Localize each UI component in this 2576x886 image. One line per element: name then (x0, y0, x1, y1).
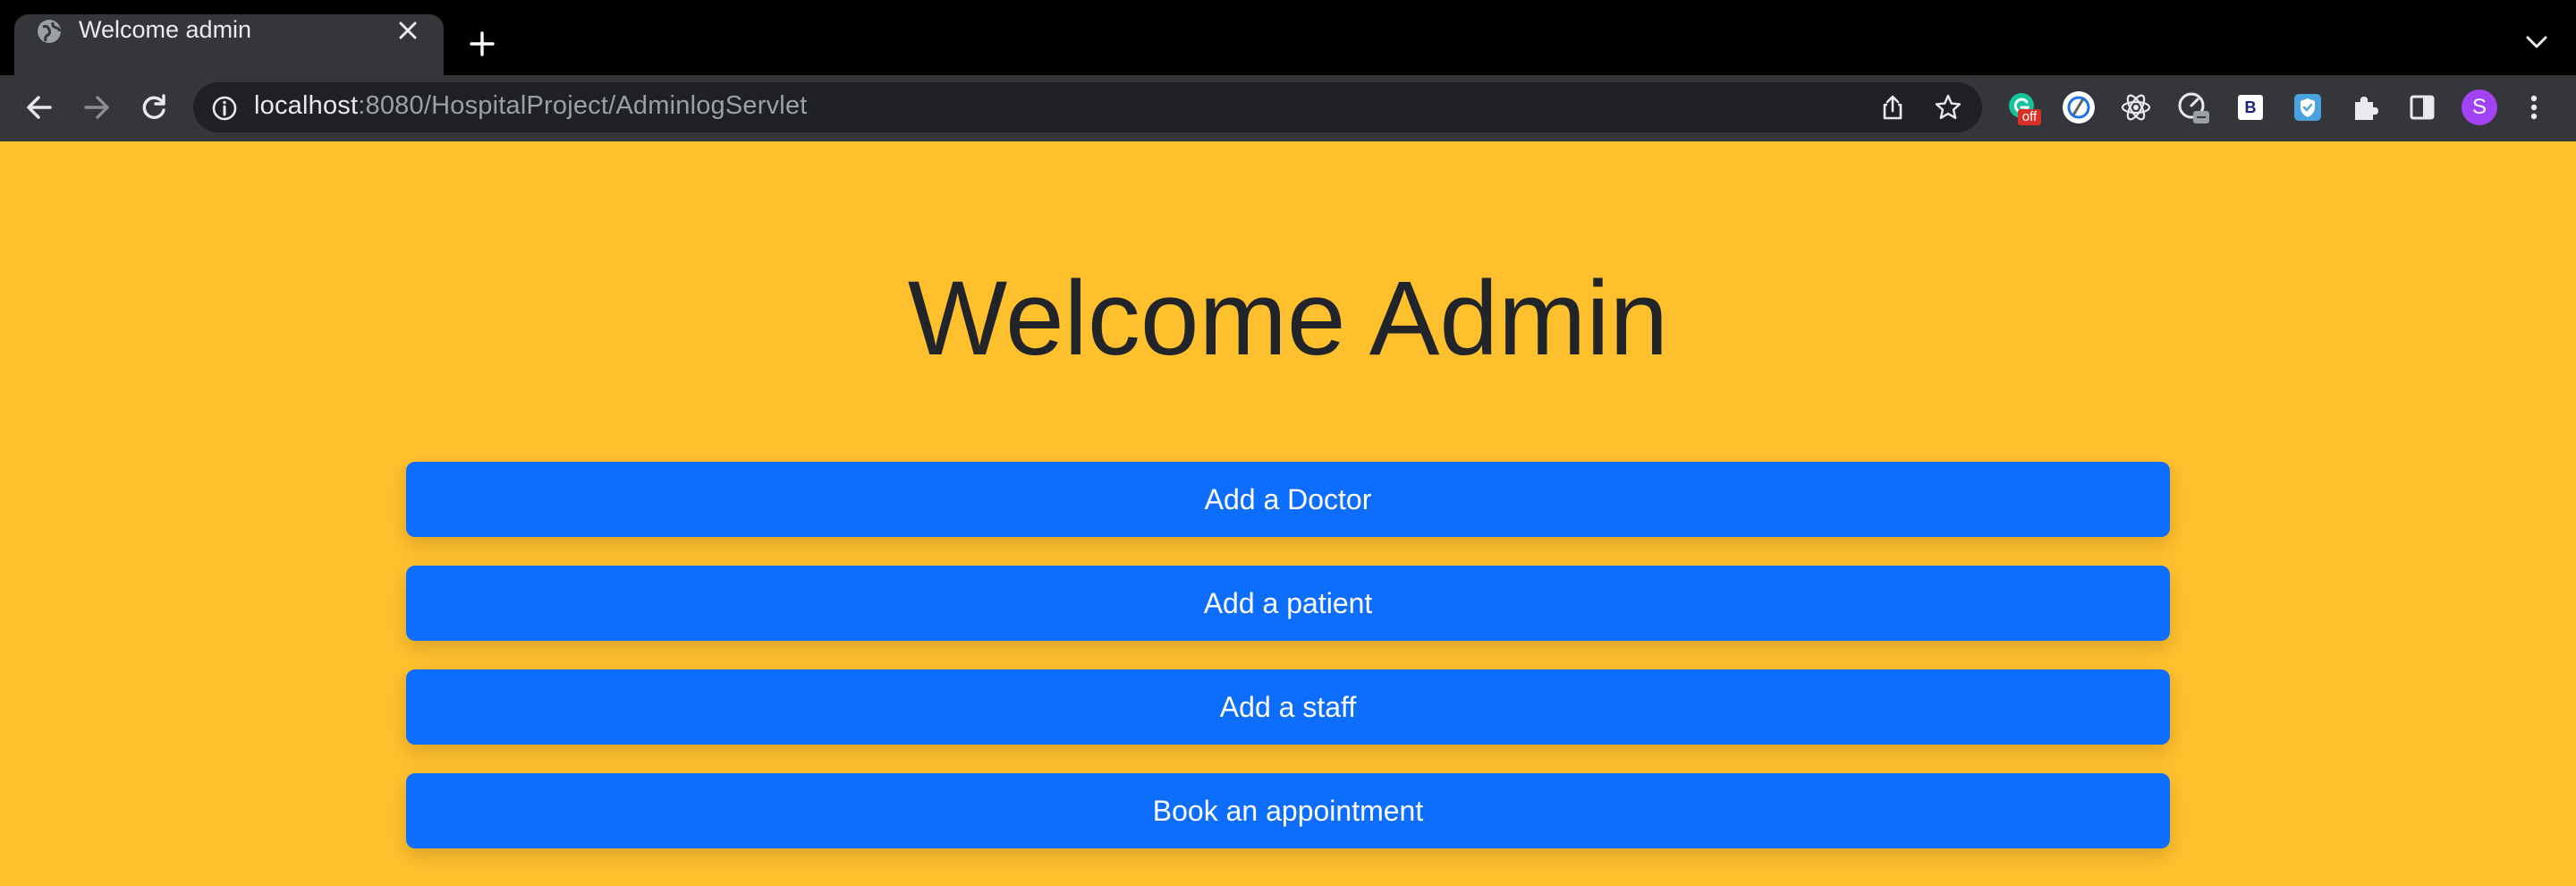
page-content: Welcome Admin Add a Doctor Add a patient… (0, 141, 2576, 886)
add-patient-button[interactable]: Add a patient (406, 566, 2170, 641)
share-icon[interactable] (1878, 93, 1907, 122)
add-staff-button[interactable]: Add a staff (406, 669, 2170, 745)
extension-circle-icon[interactable] (2061, 89, 2097, 125)
star-icon[interactable] (1934, 93, 1962, 122)
plus-icon[interactable] (469, 30, 496, 57)
extension-gauge-icon[interactable] (2175, 89, 2211, 125)
tab-title: Welcome admin (79, 16, 252, 43)
forward-arrow-icon[interactable] (80, 91, 113, 124)
url-host: localhost (254, 91, 359, 120)
url-path: :8080/HospitalProject/AdminlogServlet (358, 91, 808, 120)
bootstrap-icon: B (2238, 95, 2263, 120)
gauge-icon (2178, 92, 2209, 124)
chevron-down-icon[interactable] (2524, 32, 2549, 52)
grammarly-extension-icon[interactable]: off (2004, 89, 2041, 125)
add-doctor-button[interactable]: Add a Doctor (406, 462, 2170, 537)
address-url[interactable]: localhost:8080/HospitalProject/AdminlogS… (254, 91, 808, 121)
reload-icon[interactable] (138, 91, 170, 124)
kebab-menu-icon[interactable] (2521, 89, 2547, 125)
globe-icon (38, 20, 62, 43)
page-title: Welcome Admin (907, 260, 1669, 378)
avatar: S (2462, 89, 2497, 125)
info-icon[interactable] (211, 95, 238, 122)
back-arrow-icon[interactable] (23, 91, 55, 124)
puzzle-icon[interactable] (2347, 89, 2383, 125)
shield-extension-icon[interactable] (2290, 89, 2326, 125)
react-devtools-icon[interactable] (2118, 89, 2154, 125)
book-appointment-button[interactable]: Book an appointment (406, 773, 2170, 848)
close-icon[interactable] (397, 20, 419, 41)
grammarly-badge: off (2018, 109, 2041, 125)
bootstrap-extension-icon[interactable]: B (2233, 89, 2268, 125)
side-panel-icon[interactable] (2404, 89, 2440, 125)
profile-avatar[interactable]: S (2462, 89, 2497, 125)
